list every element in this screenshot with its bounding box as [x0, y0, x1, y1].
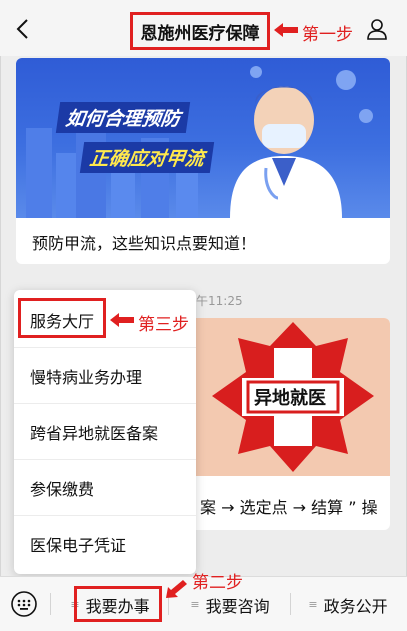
offsite-medical-banner-image: 异地就医 — [196, 318, 390, 476]
menu-divider — [50, 593, 51, 615]
menu-list-icon: ≡ — [308, 598, 318, 611]
menu-button-public-affairs[interactable]: ≡ 政务公开 — [292, 577, 404, 631]
menu-item-label: 跨省异地就医备案 — [30, 423, 159, 443]
offsite-medical-sign-text: 异地就医 — [254, 388, 326, 409]
back-arrow-icon[interactable] — [14, 18, 32, 40]
menu-item-label: 慢特病业务办理 — [30, 367, 143, 387]
step2-label: 第二步 — [192, 573, 243, 593]
menu-item-insurance-payment[interactable]: 参保缴费 — [14, 460, 196, 516]
article-banner-image: 如何合理预防 正确应对甲流 — [16, 58, 390, 218]
step3-label: 第三步 — [138, 315, 189, 335]
message-timestamp: 午11:25 — [196, 294, 243, 308]
left-arrow-icon — [110, 313, 134, 327]
menu-item-e-certificate[interactable]: 医保电子凭证 — [14, 516, 196, 572]
article-title: 预防甲流，这些知识点要知道！ — [32, 234, 257, 253]
article-card-flu[interactable]: 如何合理预防 正确应对甲流 预防甲流，这些知识点要知道！ — [16, 58, 390, 264]
menu-button-label: 我要咨询 — [205, 596, 270, 616]
menu-divider — [290, 593, 291, 615]
diagonal-arrow-icon — [166, 580, 187, 598]
menu-list-icon: ≡ — [190, 598, 200, 611]
step1-label: 第一步 — [302, 25, 353, 45]
title-highlight-box: 恩施州医疗保障 — [130, 12, 270, 50]
service-hall-highlight-box — [18, 298, 106, 338]
banner-headline-2: 正确应对甲流 — [79, 142, 215, 173]
left-arrow-icon — [274, 23, 298, 37]
menu-item-offsite-filing[interactable]: 跨省异地就医备案 — [14, 404, 196, 460]
menu-button-label: 政务公开 — [323, 596, 388, 616]
city-background-graphic — [26, 66, 373, 218]
menu-item-label: 参保缴费 — [30, 479, 95, 499]
menu-item-label: 医保电子凭证 — [30, 536, 127, 555]
banner-headline-1: 如何合理预防 — [55, 102, 191, 133]
header-bar: 恩施州医疗保障 第一步 — [0, 0, 407, 56]
do-business-highlight-box — [74, 586, 162, 622]
page-title: 恩施州医疗保障 — [140, 23, 260, 44]
keyboard-icon[interactable] — [11, 591, 37, 617]
menu-item-chronic-disease[interactable]: 慢特病业务办理 — [14, 348, 196, 404]
article-snippet: 案 → 选定点 → 结算 ” 操 — [200, 498, 378, 517]
user-profile-icon[interactable] — [366, 18, 388, 40]
